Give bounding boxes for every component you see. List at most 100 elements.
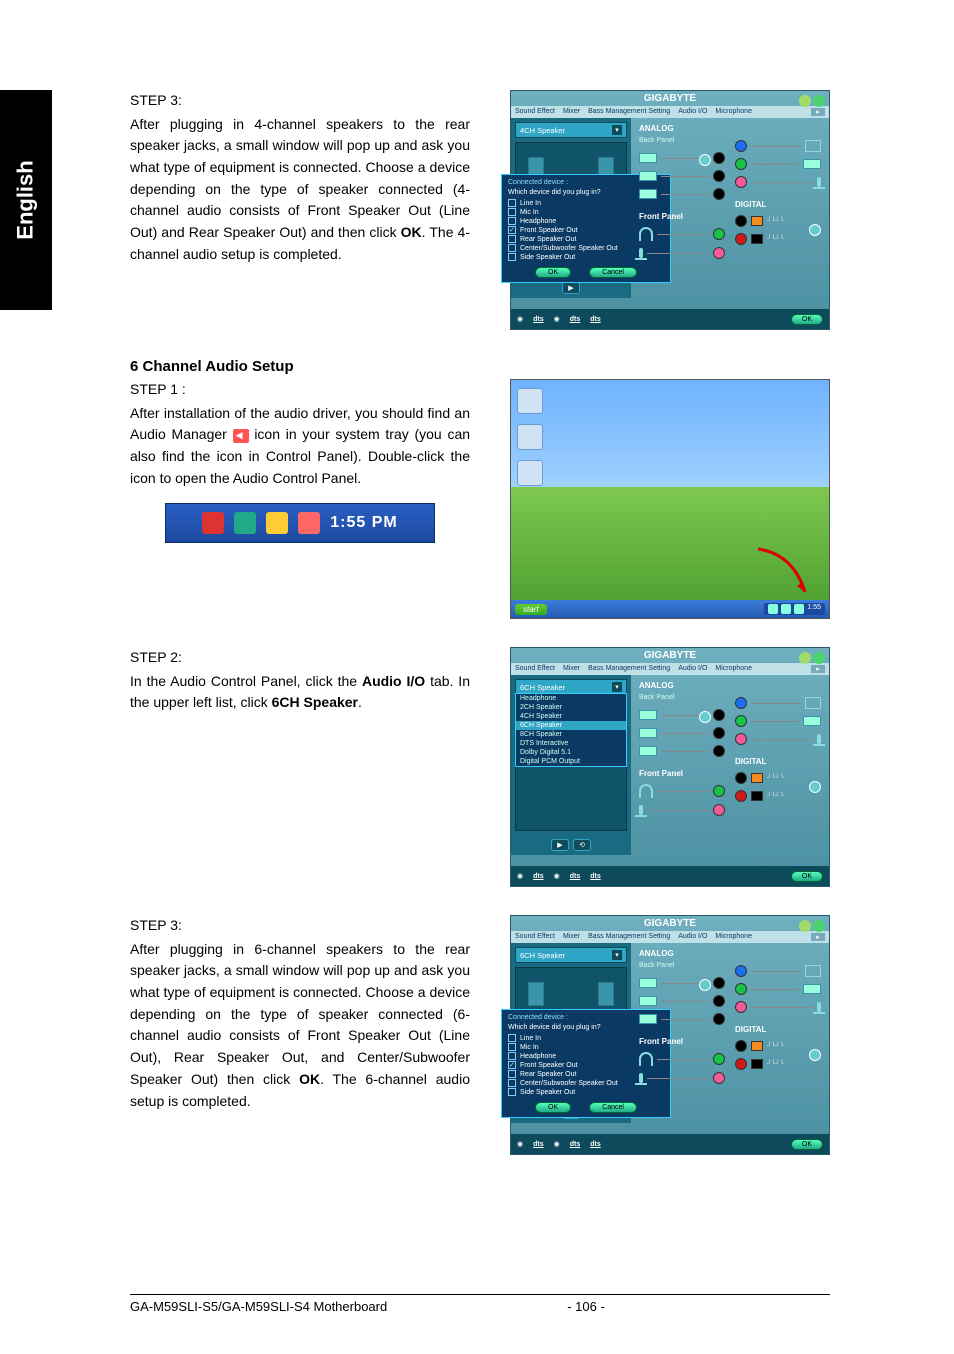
opt-dolby[interactable]: Dolby Digital 5.1 [516,748,626,757]
section-6ch-step2: STEP 2: In the Audio Control Panel, clic… [130,647,830,887]
opt-pcm[interactable]: Digital PCM Output [516,757,626,766]
gear-icon[interactable] [699,154,711,166]
tray-icon[interactable] [266,512,288,534]
ok-text: OK [299,1071,320,1087]
dialog-cancel-button[interactable]: Cancel [589,267,637,278]
tab-sound-effect[interactable]: Sound Effect [515,933,555,941]
help-icon[interactable] [813,652,825,664]
gear-icon[interactable] [699,979,711,991]
frontpanel-label: Front Panel [639,769,725,778]
play-icon[interactable]: ▶ [562,282,580,294]
gear-icon[interactable] [809,224,821,236]
backpanel-label: Back Panel [639,962,725,969]
mic-icon [639,248,643,258]
opt-6ch[interactable]: 6CH Speaker [516,721,626,730]
step3b-body: After plugging in 6-channel speakers to … [130,939,470,1113]
opt-2ch[interactable]: 2CH Speaker [516,703,626,712]
tab-mixer[interactable]: Mixer [563,665,580,673]
dialog-ok-button[interactable]: OK [535,1102,571,1113]
tab-sound-effect[interactable]: Sound Effect [515,108,555,116]
tab-sound-effect[interactable]: Sound Effect [515,665,555,673]
section-6ch-step1: STEP 1 : After installation of the audio… [130,379,830,619]
tab-audio-io[interactable]: Audio I/O [678,108,707,116]
tab-bass[interactable]: Bass Management Setting [588,665,670,673]
tabs-scroll-icon[interactable]: ▸ [811,665,825,673]
headphone-icon [639,227,653,241]
panel-ok-button[interactable]: OK [791,871,823,882]
dropdown-value: 6CH Speaker [520,683,565,692]
minimize-icon[interactable] [799,920,811,932]
tray-icon[interactable] [202,512,224,534]
tab-mixer[interactable]: Mixer [563,933,580,941]
gear-icon[interactable] [699,711,711,723]
tabs-scroll-icon[interactable]: ▸ [811,108,825,116]
text: . [358,694,362,710]
gear-icon[interactable] [809,1049,821,1061]
tray-icon[interactable] [781,604,791,614]
help-icon[interactable] [813,95,825,107]
gear-icon[interactable] [809,781,821,793]
page-content: STEP 3: After plugging in 4-channel spea… [130,90,830,1183]
tab-microphone[interactable]: Microphone [715,108,752,116]
tab-microphone[interactable]: Microphone [715,933,752,941]
footer-page-number: - 106 - [567,1299,605,1314]
play-icon[interactable]: ▶ [551,839,569,851]
minimize-icon[interactable] [799,95,811,107]
panel-ok-button[interactable]: OK [791,314,823,325]
tray-clock: 1:55 [807,604,821,614]
callout-arrow-icon [753,544,813,604]
tab-bass[interactable]: Bass Management Setting [588,108,670,116]
tabs-scroll-icon[interactable]: ▸ [811,933,825,941]
desktop-icon[interactable] [517,460,543,486]
speaker-mode-dropdown[interactable]: 4CH Speaker ▾ [515,122,627,138]
desktop-icon[interactable] [517,424,543,450]
text: After plugging in 6-channel speakers to … [130,941,470,1087]
speaker-mode-dropdown[interactable]: 6CH Speaker ▾ [515,947,627,963]
tab-audio-io[interactable]: Audio I/O [678,933,707,941]
step2b-body: In the Audio Control Panel, click the Au… [130,671,470,714]
step-label: STEP 3: [130,90,470,112]
audio-manager-tray-icon[interactable] [298,512,320,534]
tray-icon[interactable] [234,512,256,534]
step1b-body: After installation of the audio driver, … [130,403,470,490]
dts-logo: dts [590,316,601,323]
audio-manager-tray-icon [233,429,249,443]
chevron-down-icon: ▾ [612,125,622,135]
dialog-cancel-button[interactable]: Cancel [589,1102,637,1113]
opt-4ch[interactable]: 4CH Speaker [516,712,626,721]
desktop-screenshot: start 1:55 [510,379,830,619]
minimize-icon[interactable] [799,652,811,664]
opt-dts[interactable]: DTS Interactive [516,739,626,748]
text: In the Audio Control Panel, click the [130,673,362,689]
help-icon[interactable] [813,920,825,932]
panel-title: GIGABYTE [511,648,829,663]
tab-mixer[interactable]: Mixer [563,108,580,116]
frontpanel-label: Front Panel [639,1037,725,1046]
backpanel-label: Back Panel [639,694,725,701]
start-button[interactable]: start [515,604,547,615]
headphone-icon [639,1052,653,1066]
analog-label: ANALOG [639,949,725,958]
chevron-down-icon: ▾ [612,950,622,960]
taskbar: start 1:55 [511,600,829,618]
digital-label: DIGITAL [735,757,821,766]
opt-8ch[interactable]: 8CH Speaker [516,730,626,739]
section-heading-6ch: 6 Channel Audio Setup [130,358,830,375]
playback-controls: ▶ [515,282,627,294]
tray-icon[interactable] [768,604,778,614]
mic-icon [639,805,643,815]
tab-bass[interactable]: Bass Management Setting [588,933,670,941]
panel-ok-button[interactable]: OK [791,1139,823,1150]
tab-microphone[interactable]: Microphone [715,665,752,673]
tray-icon[interactable] [794,604,804,614]
panel-title: GIGABYTE [511,91,829,106]
swap-icon[interactable]: ⟲ [573,839,591,851]
optical-icon [751,1059,763,1069]
dialog-ok-button[interactable]: OK [535,267,571,278]
section-4ch-step3: STEP 3: After plugging in 4-channel spea… [130,90,830,330]
desktop-icon[interactable] [517,388,543,414]
opt-headphone[interactable]: Headphone [516,694,626,703]
dts-logo: dts [570,873,581,880]
tab-audio-io[interactable]: Audio I/O [678,665,707,673]
digital-label: DIGITAL [735,200,821,209]
